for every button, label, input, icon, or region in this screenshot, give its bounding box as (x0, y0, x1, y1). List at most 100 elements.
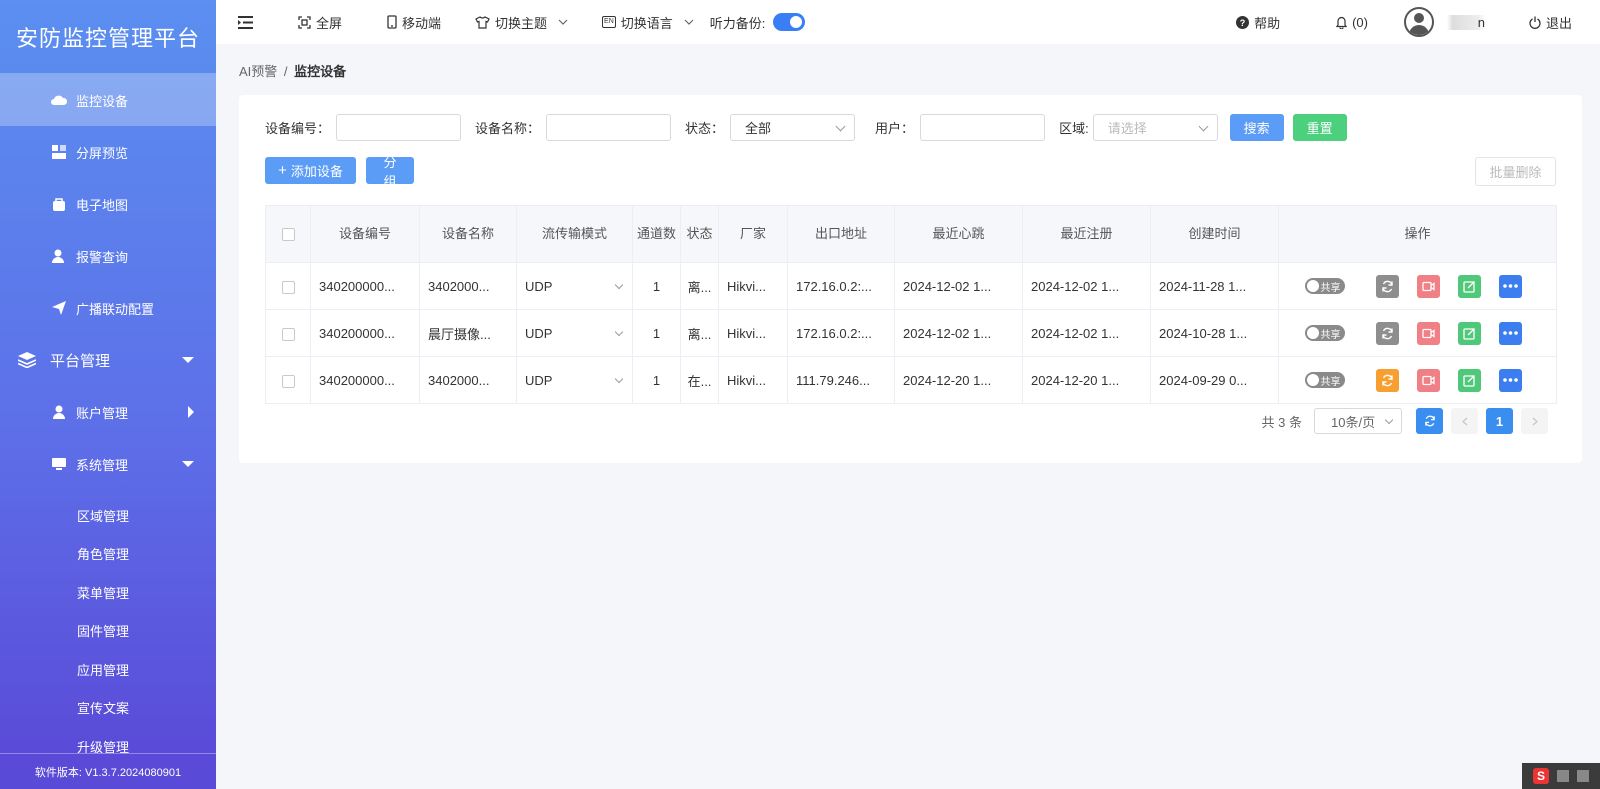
cell-device-no: 340200000... (310, 309, 420, 357)
edit-icon (1462, 280, 1475, 293)
edit-button[interactable] (1457, 368, 1481, 392)
device-no-input[interactable] (336, 114, 462, 141)
tray-icon[interactable] (1557, 770, 1569, 782)
sidebar-subitem-region[interactable]: 区域管理 (0, 496, 216, 535)
edit-button[interactable] (1457, 274, 1481, 298)
prev-page-button[interactable] (1451, 408, 1478, 434)
cell-stream-mode[interactable]: UDP (516, 262, 633, 310)
fullscreen-button[interactable]: 全屏 (298, 13, 342, 32)
cell-channels: 1 (632, 309, 681, 357)
menu-collapse-icon[interactable] (238, 15, 253, 29)
help-label: 帮助 (1254, 15, 1281, 31)
cell-operations: 共享 (1278, 309, 1557, 357)
plus-icon: + (278, 162, 287, 179)
page-size-select[interactable]: 10条/页 (1314, 408, 1402, 434)
device-name-label: 设备名称： (475, 121, 541, 136)
add-device-button[interactable]: + 添加设备 (265, 157, 356, 184)
sidebar-subitem-app[interactable]: 应用管理 (0, 650, 216, 689)
cell-last-heartbeat: 2024-12-20 1... (894, 356, 1023, 404)
cell-channels: 1 (632, 262, 681, 310)
sidebar-item-split-preview[interactable]: 分屏预览 (0, 126, 216, 178)
ime-icon[interactable]: S (1533, 768, 1549, 784)
sidebar-item-account-mgmt[interactable]: 账户管理 (0, 386, 216, 438)
user-input[interactable] (920, 114, 1046, 141)
user-label: 用户： (875, 121, 915, 136)
tray-icon[interactable] (1577, 770, 1589, 782)
select-all-checkbox[interactable] (281, 228, 295, 242)
row-select-cell (265, 356, 311, 404)
group-button[interactable]: 分组 (366, 155, 414, 189)
sidebar-subitem-menu[interactable]: 菜单管理 (0, 573, 216, 612)
refresh-button[interactable] (1375, 321, 1399, 345)
breadcrumb-parent[interactable]: AI预警 (239, 64, 277, 79)
sidebar-item-broadcast-config[interactable]: 广播联动配置 (0, 282, 216, 334)
next-page-button[interactable] (1521, 408, 1548, 434)
sidebar-item-label: 账户管理 (76, 405, 129, 421)
sidebar-item-monitor-devices[interactable]: 监控设备 (0, 74, 216, 126)
cell-last-register: 2024-12-02 1... (1022, 262, 1151, 310)
notification-button[interactable]: (0) (1336, 15, 1368, 30)
refresh-button[interactable] (1375, 274, 1399, 298)
cell-status: 在... (680, 356, 719, 404)
sidebar-item-alarm-query[interactable]: 报警查询 (0, 230, 216, 282)
logout-button[interactable]: 退出 (1529, 13, 1572, 32)
edit-button[interactable] (1457, 321, 1481, 345)
row-select-cell (265, 262, 311, 310)
edit-icon (1462, 374, 1475, 387)
header-device-no: 设备编号 (310, 205, 420, 263)
sidebar-subitem-role[interactable]: 角色管理 (0, 535, 216, 574)
more-button[interactable] (1498, 368, 1522, 392)
reset-button[interactable]: 重置 (1292, 114, 1347, 141)
cell-stream-mode[interactable]: UDP (516, 309, 633, 357)
share-toggle[interactable]: 共享 (1304, 278, 1345, 294)
cell-last-heartbeat: 2024-12-02 1... (894, 309, 1023, 357)
video-button[interactable] (1416, 321, 1440, 345)
more-button[interactable] (1498, 321, 1522, 345)
header-operations: 操作 (1278, 205, 1557, 263)
batch-delete-button[interactable]: 批量删除 (1475, 157, 1556, 186)
region-select[interactable]: 请选择 (1092, 114, 1218, 141)
device-name-input[interactable] (546, 114, 672, 141)
video-button[interactable] (1416, 274, 1440, 298)
share-toggle[interactable]: 共享 (1304, 325, 1345, 341)
language-switch-dropdown[interactable]: EN 切换语言 (602, 13, 694, 32)
row-checkbox[interactable] (281, 374, 295, 388)
sidebar-subitem-firmware[interactable]: 固件管理 (0, 612, 216, 651)
row-checkbox[interactable] (281, 280, 295, 294)
sidebar-item-system-mgmt[interactable]: 系统管理 (0, 438, 216, 490)
status-select[interactable]: 全部 (730, 114, 856, 141)
cell-stream-mode[interactable]: UDP (516, 356, 633, 404)
page-number-button[interactable]: 1 (1486, 408, 1513, 434)
cell-status: 离... (680, 309, 719, 357)
table-row: 340200000... 3402000... UDP 1 离... Hikvi… (265, 262, 1557, 310)
row-checkbox[interactable] (281, 327, 295, 341)
search-button[interactable]: 搜索 (1229, 114, 1284, 141)
hearing-backup-toggle[interactable] (773, 13, 806, 31)
mobile-button[interactable]: 移动端 (387, 13, 441, 32)
status-select-value: 全部 (745, 121, 772, 136)
shirt-icon (475, 15, 490, 29)
language-icon: EN (602, 16, 616, 28)
more-button[interactable] (1498, 274, 1522, 298)
sidebar-group-platform[interactable]: 平台管理 (0, 334, 216, 386)
pagination-refresh-button[interactable] (1416, 408, 1443, 434)
sidebar-subitem-copywriting[interactable]: 宣传文案 (0, 689, 216, 728)
refresh-button[interactable] (1375, 368, 1399, 392)
sidebar-item-e-map[interactable]: 电子地图 (0, 178, 216, 230)
sidebar-group-label: 平台管理 (50, 352, 111, 370)
status-label: 状态： (685, 121, 725, 136)
user-menu[interactable]: n (1403, 7, 1485, 37)
sidebar-item-label: 报警查询 (76, 249, 129, 265)
help-icon: ? (1236, 15, 1250, 29)
device-no-label: 设备编号： (265, 121, 331, 136)
region-label: 区域: (1059, 121, 1089, 136)
cell-vendor: Hikvi... (718, 356, 788, 404)
cell-exit-address: 111.79.246... (787, 356, 895, 404)
logout-label: 退出 (1545, 15, 1572, 31)
video-button[interactable] (1416, 368, 1440, 392)
help-button[interactable]: ? 帮助 (1236, 13, 1280, 32)
share-toggle[interactable]: 共享 (1304, 372, 1345, 388)
cell-status: 离... (680, 262, 719, 310)
theme-switch-dropdown[interactable]: 切换主题 (475, 13, 568, 32)
header-exit-address: 出口地址 (787, 205, 895, 263)
